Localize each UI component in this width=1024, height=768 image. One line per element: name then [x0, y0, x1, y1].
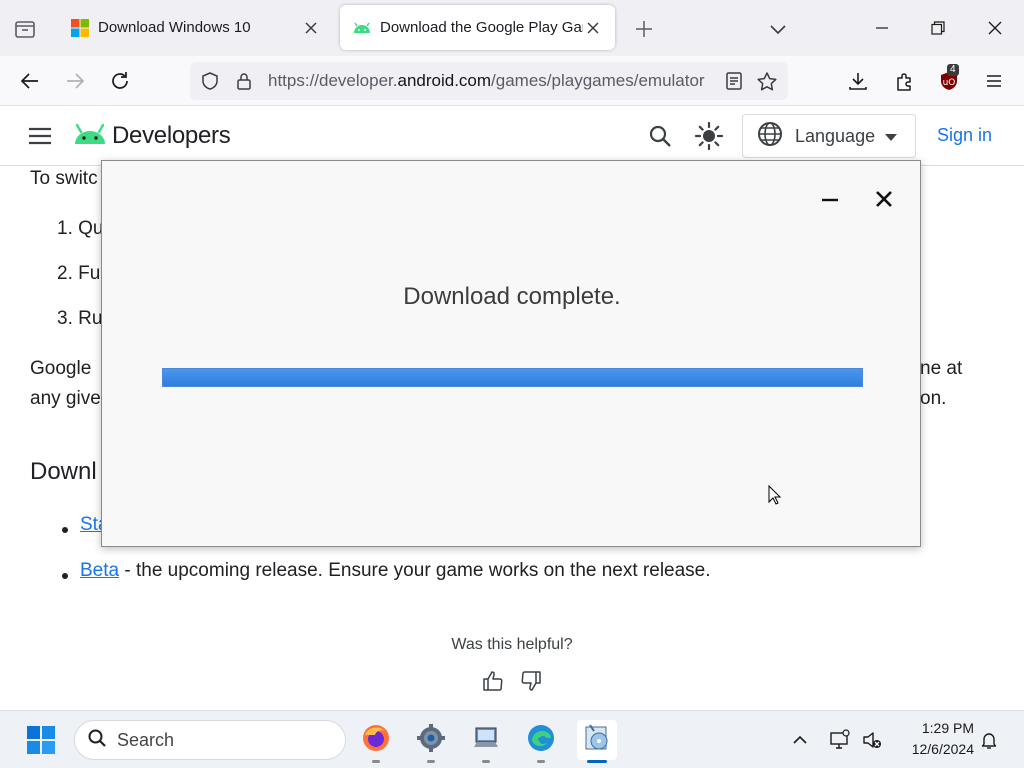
mouse-cursor-icon	[768, 484, 782, 510]
paragraph-text: ne at	[920, 358, 963, 379]
installer-icon	[582, 723, 612, 758]
tracking-protection-shield-icon[interactable]	[200, 71, 220, 96]
address-bar[interactable]: https://developer.android.com/games/play…	[190, 62, 788, 100]
clock-time: 1:29 PM	[921, 720, 974, 736]
search-icon	[87, 728, 107, 753]
download-progress-bar	[162, 368, 863, 387]
running-indicator	[372, 760, 380, 763]
bookmark-star-icon[interactable]	[756, 71, 778, 98]
paragraph-text: on.	[920, 388, 947, 409]
taskbar-installer[interactable]	[577, 720, 617, 763]
list-item: 1. Qu	[57, 218, 104, 239]
running-indicator	[537, 760, 545, 763]
thumbs-up-icon[interactable]	[481, 669, 505, 693]
network-computer-icon	[471, 723, 501, 758]
taskbar-network-app[interactable]	[466, 720, 506, 763]
tab-close-icon[interactable]	[583, 18, 603, 38]
intro-text: To switc	[30, 168, 98, 189]
reload-icon[interactable]	[106, 67, 134, 95]
tab-title: Download Windows 10	[98, 19, 251, 36]
list-item: Beta - the upcoming release. Ensure your…	[80, 560, 711, 582]
running-indicator	[482, 760, 490, 763]
section-heading: Downl	[30, 458, 97, 485]
reader-view-icon[interactable]	[724, 71, 744, 96]
beta-link[interactable]: Beta	[80, 560, 119, 581]
tab-google-play-games[interactable]: Download the Google Play Games	[340, 5, 615, 50]
dialog-minimize-icon[interactable]	[818, 187, 842, 211]
download-status-message: Download complete.	[403, 283, 621, 310]
windows-taskbar: Search 1:29 PM 12/6/2024	[0, 710, 1024, 768]
settings-gear-icon	[416, 723, 446, 758]
extension-count-badge: 4	[947, 64, 959, 76]
downloads-icon[interactable]	[844, 67, 872, 95]
paragraph-text: any give	[30, 388, 101, 409]
android-logo-icon	[74, 120, 106, 151]
globe-icon	[757, 121, 783, 152]
lock-icon[interactable]	[234, 71, 254, 96]
network-display-icon[interactable]	[828, 728, 852, 752]
caret-down-icon	[885, 126, 898, 147]
developers-logo[interactable]: Developers	[74, 120, 231, 151]
android-favicon-icon	[352, 18, 372, 38]
edge-icon	[526, 723, 556, 758]
site-header: Developers Language Sign in	[0, 106, 1024, 166]
taskbar-edge[interactable]	[521, 720, 561, 763]
notification-bell-icon[interactable]	[977, 728, 1001, 752]
windows-favicon-icon	[70, 18, 90, 38]
tab-strip: Download Windows 10 Download the Google …	[0, 0, 1024, 56]
show-hidden-icons-chevron-up-icon[interactable]	[788, 728, 812, 752]
paragraph-text: Google	[30, 358, 92, 379]
search-placeholder: Search	[117, 729, 175, 750]
tab-close-icon[interactable]	[301, 18, 321, 38]
new-tab-plus-icon[interactable]	[632, 17, 656, 41]
site-menu-hamburger-icon[interactable]	[27, 124, 53, 148]
language-label: Language	[795, 125, 876, 146]
beta-description: - the upcoming release. Ensure your game…	[119, 560, 711, 581]
list-item: 2. Fu	[57, 263, 101, 284]
brand-name: Developers	[112, 121, 231, 149]
download-dialog: Download complete.	[101, 160, 921, 547]
bullet	[62, 527, 68, 533]
close-window-icon[interactable]	[981, 14, 1009, 42]
active-indicator	[587, 760, 607, 763]
navigation-toolbar: https://developer.android.com/games/play…	[0, 56, 1024, 106]
taskbar-settings[interactable]	[411, 720, 451, 763]
url-text[interactable]: https://developer.android.com/games/play…	[268, 71, 714, 91]
feedback-prompt: Was this helpful?	[451, 636, 573, 653]
search-icon[interactable]	[647, 123, 673, 154]
theme-toggle-sun-icon[interactable]	[694, 121, 724, 156]
extensions-puzzle-icon[interactable]	[891, 67, 919, 95]
bullet	[62, 573, 68, 579]
app-menu-hamburger-icon[interactable]	[980, 67, 1008, 95]
svg-text:uO: uO	[943, 78, 956, 88]
progress-fill	[163, 369, 862, 386]
minimize-window-icon[interactable]	[868, 14, 896, 42]
tab-title: Download the Google Play Games	[380, 19, 583, 36]
running-indicator	[427, 760, 435, 763]
taskbar-firefox[interactable]	[356, 720, 396, 763]
back-arrow-icon[interactable]	[16, 67, 44, 95]
language-selector[interactable]: Language	[742, 114, 916, 158]
taskbar-clock[interactable]: 1:29 PM 12/6/2024	[896, 718, 974, 760]
thumbs-down-icon[interactable]	[519, 669, 543, 693]
clock-date: 12/6/2024	[911, 741, 974, 757]
list-item: 3. Ru	[57, 308, 103, 329]
restore-window-icon[interactable]	[924, 14, 952, 42]
firefox-icon	[361, 723, 391, 758]
windows-start-icon[interactable]	[26, 725, 56, 755]
chevron-down-icon[interactable]	[766, 17, 790, 41]
sign-in-link[interactable]: Sign in	[937, 125, 992, 146]
dialog-close-icon[interactable]	[872, 187, 896, 211]
list-all-tabs-icon[interactable]	[12, 16, 38, 42]
tab-download-windows-10[interactable]: Download Windows 10	[58, 5, 333, 50]
volume-muted-icon[interactable]	[860, 728, 884, 752]
forward-arrow-icon[interactable]	[61, 67, 89, 95]
taskbar-search-box[interactable]: Search	[74, 720, 346, 760]
